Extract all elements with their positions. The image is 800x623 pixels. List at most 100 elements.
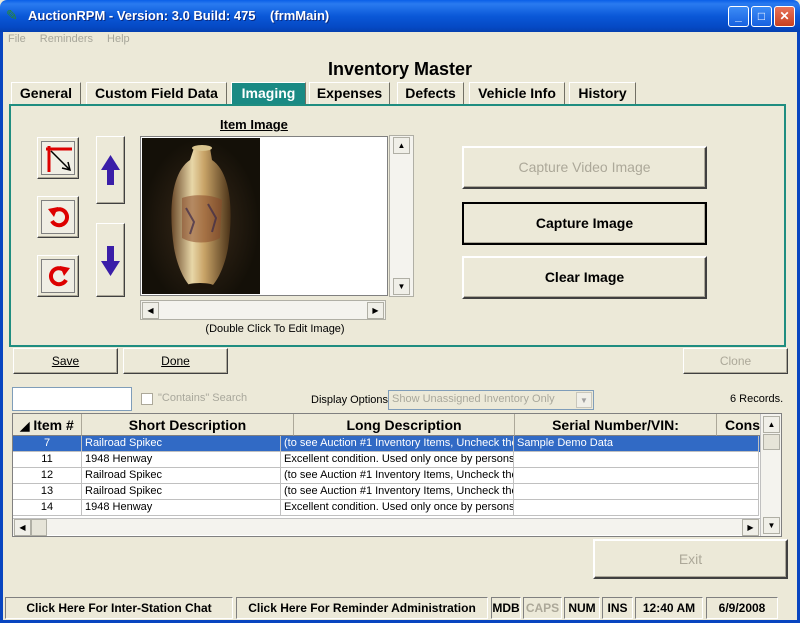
column-header-serial-number[interactable]: Serial Number/VIN: [515, 414, 717, 436]
window-title: AuctionRPM - Version: 3.0 Build: 475 (fr… [28, 8, 330, 23]
cell-serial: Sample Demo Data [514, 436, 759, 452]
ins-indicator: INS [602, 597, 633, 619]
caps-indicator: CAPS [523, 597, 562, 619]
tab-defects[interactable]: Defects [397, 82, 464, 104]
crop-image-button[interactable] [37, 137, 79, 179]
capture-image-button[interactable]: Capture Image [462, 202, 707, 245]
menu-file[interactable]: File [8, 33, 26, 45]
tab-expenses[interactable]: Expenses [309, 82, 390, 104]
tab-general[interactable]: General [11, 82, 81, 104]
cell-serial [514, 452, 759, 468]
inter-station-chat-link[interactable]: Click Here For Inter-Station Chat [5, 597, 233, 619]
contains-search-checkbox[interactable] [141, 393, 153, 405]
dropdown-arrow-icon[interactable]: ▼ [576, 392, 592, 408]
cell-item: 7 [13, 436, 82, 452]
column-header-item[interactable]: ◢ Item # [13, 414, 82, 436]
cell-long: Excellent condition. Used only once by p… [281, 452, 514, 468]
display-options-select[interactable]: Show Unassigned Inventory Only [388, 390, 594, 410]
image-horizontal-scrollbar[interactable]: ◀ ▶ [140, 300, 386, 320]
cell-short: 1948 Henway [82, 452, 281, 468]
close-button[interactable]: ✕ [774, 6, 795, 27]
item-image[interactable] [142, 138, 260, 294]
cell-short: 1948 Henway [82, 500, 281, 516]
table-row[interactable]: 13 Railroad Spikec (to see Auction #1 In… [13, 484, 761, 500]
arrow-up-icon [101, 155, 120, 185]
display-options-label: Display Options: [311, 394, 392, 406]
scroll-thumb[interactable] [763, 434, 780, 450]
scroll-down-arrow-icon[interactable]: ▼ [393, 278, 410, 295]
scroll-down-arrow-icon[interactable]: ▼ [763, 517, 780, 534]
table-row[interactable]: 11 1948 Henway Excellent condition. Used… [13, 452, 761, 468]
clone-button[interactable]: Clone [683, 348, 788, 374]
menu-bar: File Reminders Help [8, 33, 141, 47]
rotate-left-icon [48, 207, 70, 228]
scroll-right-arrow-icon[interactable]: ▶ [742, 519, 759, 536]
edit-image-hint: (Double Click To Edit Image) [205, 323, 345, 335]
table-row[interactable]: 7 Railroad Spikec (to see Auction #1 Inv… [13, 436, 761, 452]
image-vertical-scrollbar[interactable]: ▲ ▼ [389, 135, 414, 297]
column-header-long-description[interactable]: Long Description [294, 414, 515, 436]
cell-item: 13 [13, 484, 82, 500]
crop-icon [46, 146, 72, 172]
cell-item: 12 [13, 468, 82, 484]
cell-item: 11 [13, 452, 82, 468]
search-input[interactable] [12, 387, 132, 411]
num-indicator: NUM [564, 597, 600, 619]
contains-search-label: "Contains" Search [158, 392, 248, 404]
tab-history[interactable]: History [569, 82, 636, 104]
menu-help[interactable]: Help [107, 33, 130, 45]
column-header-item-label: Item # [33, 417, 74, 433]
column-header-short-description[interactable]: Short Description [82, 414, 294, 436]
scroll-up-arrow-icon[interactable]: ▲ [393, 137, 410, 154]
save-button-label: Save [51, 354, 80, 368]
cell-long: Excellent condition. Used only once by p… [281, 500, 514, 516]
app-icon[interactable]: ✎ [6, 7, 24, 25]
grid-horizontal-scrollbar[interactable]: ◀ ▶ [13, 518, 760, 536]
table-row[interactable]: 12 Railroad Spikec (to see Auction #1 In… [13, 468, 761, 484]
maximize-button[interactable]: □ [751, 6, 772, 27]
move-up-button[interactable] [96, 136, 125, 204]
page-title: Inventory Master [327, 59, 473, 79]
cell-serial [514, 484, 759, 500]
rotate-right-button[interactable] [37, 255, 79, 297]
rotate-right-icon [48, 266, 70, 287]
reminder-administration-link[interactable]: Click Here For Reminder Administration [236, 597, 488, 619]
status-date: 6/9/2008 [706, 597, 778, 619]
records-count: 6 Records. [730, 393, 784, 405]
move-down-button[interactable] [96, 223, 125, 297]
done-button-label: Done [161, 354, 190, 368]
sort-triangle-icon: ◢ [20, 419, 30, 433]
cell-long: (to see Auction #1 Inventory Items, Unch… [281, 436, 514, 452]
cell-serial [514, 500, 759, 516]
done-button[interactable]: Done [123, 348, 228, 374]
minimize-button[interactable]: _ [728, 6, 749, 27]
item-image-label: Item Image [220, 117, 288, 132]
scroll-left-arrow-icon[interactable]: ◀ [142, 302, 159, 319]
clear-image-button[interactable]: Clear Image [462, 256, 707, 299]
save-button[interactable]: Save [13, 348, 118, 374]
cell-long: (to see Auction #1 Inventory Items, Unch… [281, 484, 514, 500]
scroll-up-arrow-icon[interactable]: ▲ [763, 416, 780, 433]
menu-reminders[interactable]: Reminders [40, 33, 93, 45]
tab-vehicle-info[interactable]: Vehicle Info [469, 82, 565, 104]
grid-vertical-scrollbar[interactable]: ▲ ▼ [760, 414, 781, 536]
vase-image [171, 145, 231, 289]
cell-serial [514, 468, 759, 484]
scroll-right-arrow-icon[interactable]: ▶ [367, 302, 384, 319]
status-time: 12:40 AM [635, 597, 703, 619]
table-row[interactable]: 14 1948 Henway Excellent condition. Used… [13, 500, 761, 516]
scroll-thumb[interactable] [31, 519, 47, 536]
tab-custom-field-data[interactable]: Custom Field Data [86, 82, 227, 104]
cell-short: Railroad Spikec [82, 484, 281, 500]
cell-long: (to see Auction #1 Inventory Items, Unch… [281, 468, 514, 484]
capture-video-image-button[interactable]: Capture Video Image [462, 146, 707, 189]
cell-short: Railroad Spikec [82, 468, 281, 484]
scroll-left-arrow-icon[interactable]: ◀ [14, 519, 31, 536]
mdb-indicator: MDB [491, 597, 521, 619]
cell-item: 14 [13, 500, 82, 516]
rotate-left-button[interactable] [37, 196, 79, 238]
cell-short: Railroad Spikec [82, 436, 281, 452]
tab-imaging[interactable]: Imaging [231, 82, 306, 104]
exit-button[interactable]: Exit [593, 539, 788, 579]
arrow-down-icon [101, 246, 120, 276]
